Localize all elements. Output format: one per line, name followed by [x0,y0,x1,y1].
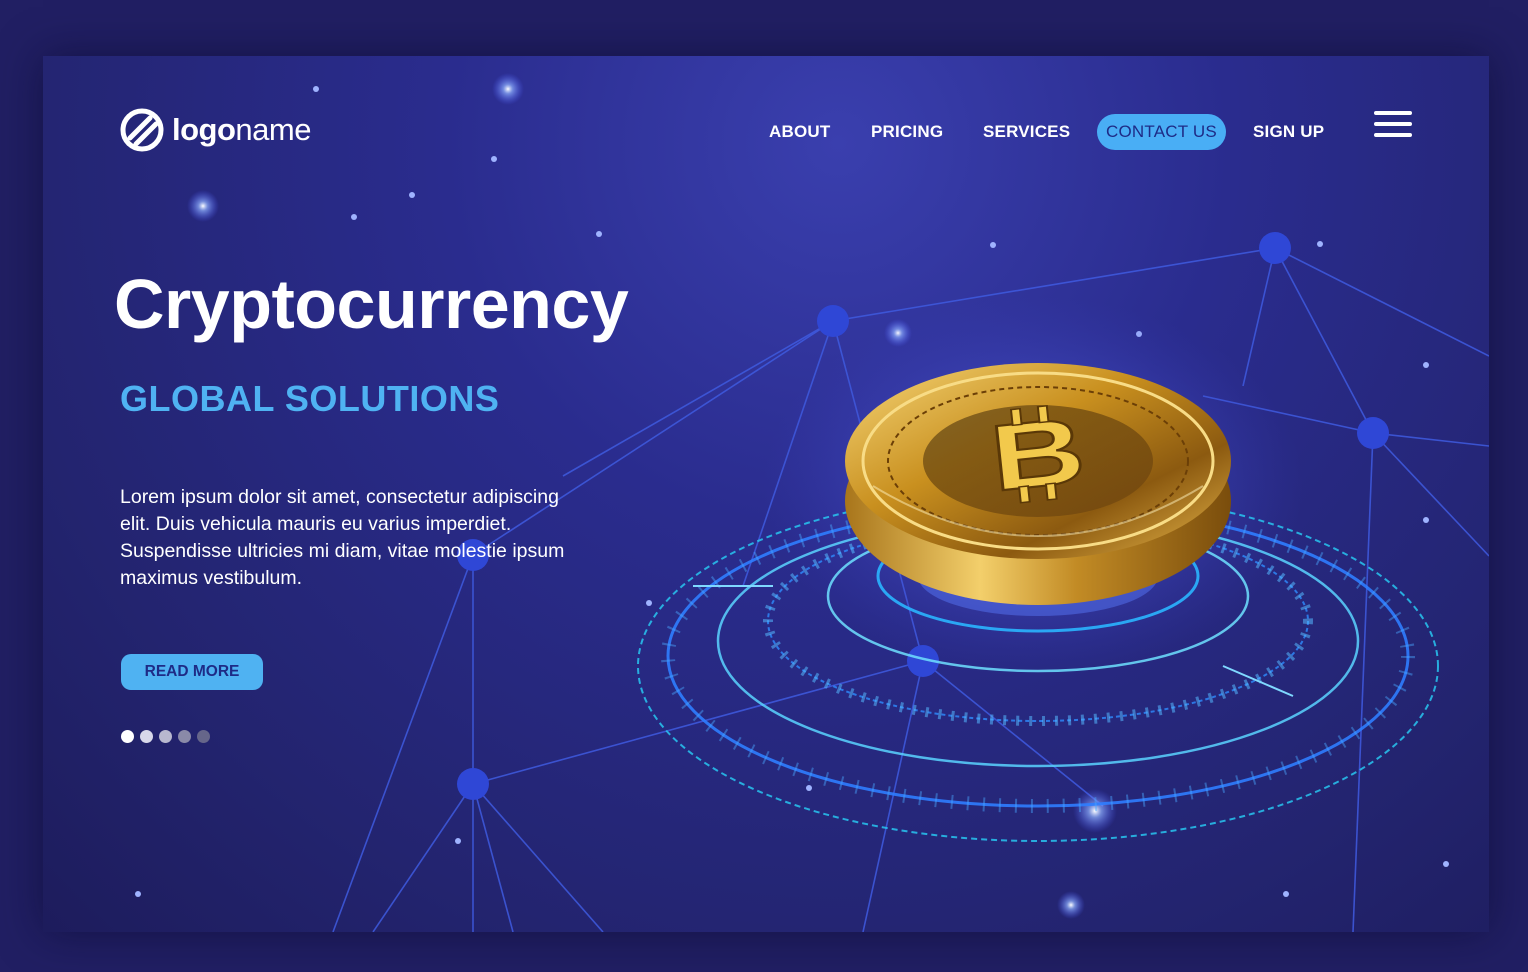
slider-dot-5[interactable] [197,730,210,743]
nav-pricing[interactable]: PRICING [871,114,943,150]
read-more-button[interactable]: READ MORE [121,654,263,690]
landing-page: B logoname ABOUT PRICING SERVICES CONTAC… [43,56,1489,932]
nav-about[interactable]: ABOUT [769,114,830,150]
slider-dot-3[interactable] [159,730,172,743]
slider-dot-4[interactable] [178,730,191,743]
hero-subtitle: GLOBAL SOLUTIONS [120,378,500,419]
bitcoin-coin-icon: B [845,363,1231,605]
hero-description: Lorem ipsum dolor sit amet, consectetur … [120,486,565,589]
slider-pagination [121,730,216,743]
nav-sign-up[interactable]: SIGN UP [1253,114,1324,150]
nav-contact-us[interactable]: CONTACT US [1097,114,1226,150]
top-nav: ABOUT PRICING SERVICES CONTACT US SIGN U… [43,114,1489,154]
hamburger-menu-icon[interactable] [1374,111,1412,141]
slider-dot-2[interactable] [140,730,153,743]
slider-dot-1[interactable] [121,730,134,743]
hero-title: Cryptocurrency [114,265,629,343]
nav-services[interactable]: SERVICES [983,114,1070,150]
